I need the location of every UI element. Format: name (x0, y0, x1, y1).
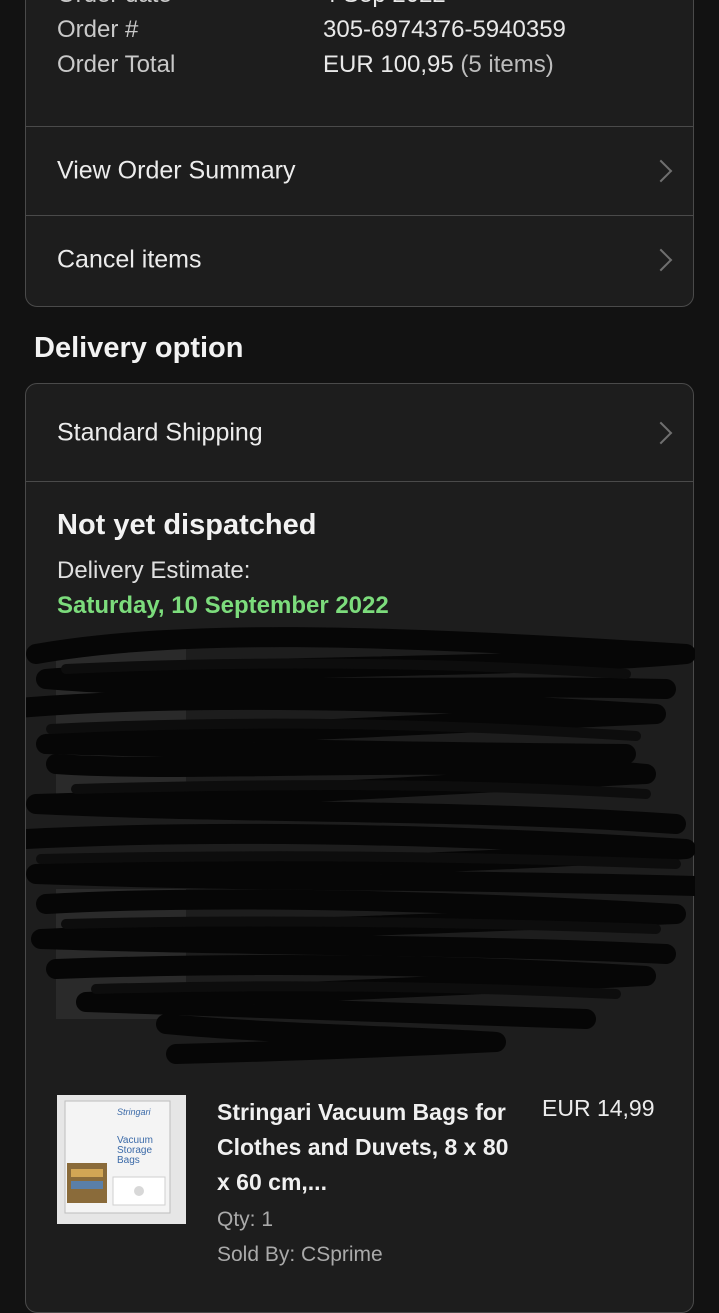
product-price: EUR 14,99 (542, 1095, 655, 1121)
product-seller: Sold By: CSprime (217, 1243, 383, 1266)
chevron-right-icon (649, 421, 673, 444)
delivery-estimate-label: Delivery Estimate: (57, 557, 251, 584)
product-item[interactable]: Stringari Vacuum Storage Bags Stringari … (57, 1095, 667, 1285)
cancel-items-label: Cancel items (57, 245, 202, 274)
delivery-option-heading: Delivery option (34, 332, 244, 364)
product-quantity: Qty: 1 (217, 1208, 274, 1231)
delivery-card: Standard Shipping Not yet dispatched Del… (25, 383, 695, 1313)
order-total-value: EUR 100,95 (5 items) (323, 51, 554, 79)
order-info-card: Order date 4 Sep 2022 Order # 305-697437… (25, 0, 694, 307)
standard-shipping-button[interactable]: Standard Shipping (26, 384, 693, 481)
order-total-items: (5 items) (460, 51, 554, 78)
chevron-right-icon (649, 159, 673, 183)
dispatch-status: Not yet dispatched (57, 509, 317, 541)
order-number-label: Order # (57, 16, 139, 43)
order-number-value: 305-6974376-5940359 (323, 16, 566, 43)
divider (26, 481, 693, 482)
thumb-brand: Stringari (117, 1107, 152, 1117)
cancel-items-button[interactable]: Cancel items (26, 216, 693, 304)
delivery-estimate-date: Saturday, 10 September 2022 (57, 592, 389, 619)
chevron-right-icon (649, 248, 673, 272)
view-order-summary-label: View Order Summary (57, 156, 296, 185)
order-total-amount: EUR 100,95 (323, 51, 454, 78)
order-date-label: Order date (57, 0, 172, 9)
view-order-summary-button[interactable]: View Order Summary (26, 127, 693, 215)
order-total-label: Order Total (57, 51, 176, 78)
redacted-scribble (26, 624, 695, 1064)
product-title[interactable]: Stringari Vacuum Bags for Clothes and Du… (217, 1095, 517, 1200)
order-date-value: 4 Sep 2022 (323, 0, 446, 9)
standard-shipping-label: Standard Shipping (57, 418, 263, 446)
product-thumbnail[interactable]: Stringari Vacuum Storage Bags (57, 1095, 186, 1224)
thumb-text-3: Bags (117, 1155, 140, 1166)
